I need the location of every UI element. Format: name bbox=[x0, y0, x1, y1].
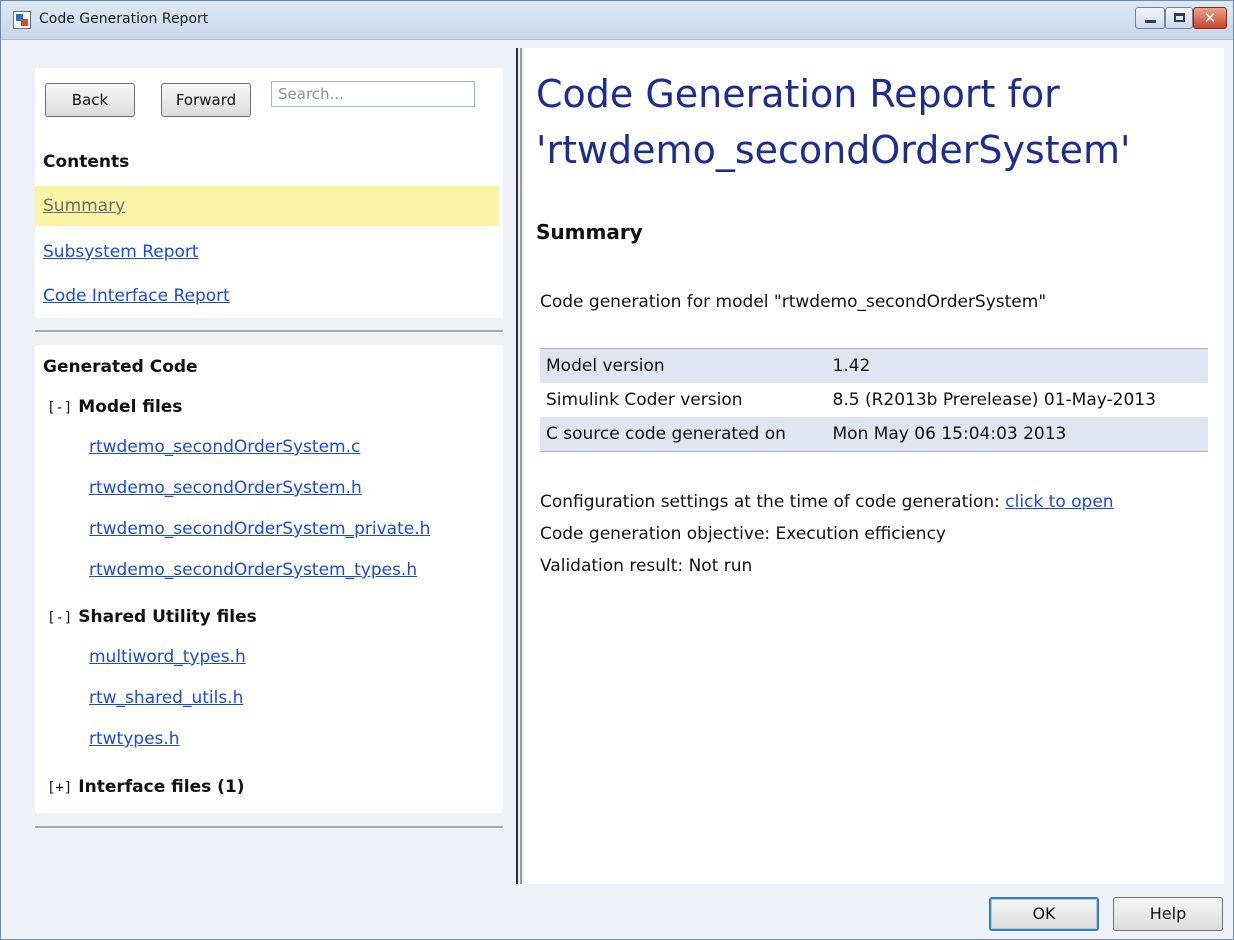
summary-table: Model version 1.42 Simulink Coder versio… bbox=[540, 348, 1208, 452]
maximize-icon bbox=[1174, 13, 1185, 22]
group-label: Interface files (1) bbox=[78, 777, 245, 797]
minimize-icon bbox=[1145, 20, 1156, 23]
contents-heading: Contents bbox=[43, 152, 130, 172]
app-icon bbox=[13, 11, 31, 29]
collapse-toggle[interactable]: [-] bbox=[47, 610, 72, 626]
help-button[interactable]: Help bbox=[1113, 897, 1223, 931]
ok-button[interactable]: OK bbox=[989, 897, 1099, 931]
report-window: Code Generation Report ✕ Back Forward Co… bbox=[0, 0, 1234, 940]
generated-code-heading: Generated Code bbox=[43, 357, 198, 377]
button-bar: OK Help bbox=[1, 885, 1233, 939]
table-value: 8.5 (R2013b Prerelease) 01-May-2013 bbox=[832, 390, 1156, 410]
navigation-panel: Back Forward Contents Summary Subsystem … bbox=[35, 68, 503, 318]
config-line: Configuration settings at the time of co… bbox=[540, 492, 1114, 512]
nav-link-label[interactable]: Code Interface Report bbox=[43, 286, 230, 306]
nav-link-label[interactable]: Subsystem Report bbox=[43, 242, 199, 262]
file-link[interactable]: multiword_types.h bbox=[89, 647, 246, 667]
table-label: Model version bbox=[540, 348, 827, 383]
table-value: 1.42 bbox=[826, 348, 1208, 383]
generated-code-panel: Generated Code [-] Model files rtwdemo_se… bbox=[35, 345, 503, 813]
config-text: Configuration settings at the time of co… bbox=[540, 492, 1006, 512]
report-title-line-2: 'rtwdemo_secondOrderSystem' bbox=[536, 128, 1131, 172]
expand-toggle[interactable]: [+] bbox=[47, 780, 72, 796]
title-bar[interactable]: Code Generation Report ✕ bbox=[1, 1, 1233, 40]
validation-text: Validation result: Not run bbox=[540, 556, 753, 576]
forward-button[interactable]: Forward bbox=[161, 83, 251, 117]
file-link[interactable]: rtw_shared_utils.h bbox=[89, 688, 243, 708]
objective-text: Code generation objective: Execution eff… bbox=[540, 524, 946, 544]
nav-link-code-interface-report[interactable]: Code Interface Report bbox=[35, 276, 499, 316]
group-model-files[interactable]: [-] Model files bbox=[47, 397, 182, 417]
window-title: Code Generation Report bbox=[39, 11, 209, 27]
report-title-line-1: Code Generation Report for bbox=[536, 72, 1060, 116]
minimize-button[interactable] bbox=[1135, 7, 1165, 29]
summary-heading: Summary bbox=[536, 220, 643, 244]
file-link[interactable]: rtwdemo_secondOrderSystem.h bbox=[89, 478, 362, 498]
config-open-link[interactable]: click to open bbox=[1005, 492, 1113, 512]
collapse-toggle[interactable]: [-] bbox=[47, 400, 72, 416]
group-label: Shared Utility files bbox=[78, 607, 257, 627]
group-label: Model files bbox=[78, 397, 183, 417]
table-label: Simulink Coder version bbox=[546, 390, 743, 410]
table-row: Model version 1.42 bbox=[540, 348, 1208, 383]
close-button[interactable]: ✕ bbox=[1193, 7, 1227, 29]
left-pane: Back Forward Contents Summary Subsystem … bbox=[21, 48, 513, 884]
group-shared-utility-files[interactable]: [-] Shared Utility files bbox=[47, 607, 257, 627]
back-button[interactable]: Back bbox=[45, 83, 135, 117]
file-link[interactable]: rtwdemo_secondOrderSystem.c bbox=[89, 437, 360, 457]
nav-link-summary[interactable]: Summary bbox=[35, 186, 499, 226]
table-row: Simulink Coder version 8.5 (R2013b Prere… bbox=[540, 383, 1208, 417]
report-title: Code Generation Report for 'rtwdemo_seco… bbox=[536, 66, 1216, 178]
divider bbox=[35, 826, 503, 829]
file-link[interactable]: rtwdemo_secondOrderSystem_private.h bbox=[89, 519, 430, 539]
file-link[interactable]: rtwdemo_secondOrderSystem_types.h bbox=[89, 560, 417, 580]
search-input[interactable] bbox=[271, 81, 475, 107]
pane-splitter[interactable] bbox=[514, 48, 524, 884]
file-link[interactable]: rtwtypes.h bbox=[89, 729, 180, 749]
summary-intro: Code generation for model "rtwdemo_secon… bbox=[540, 292, 1047, 312]
nav-link-subsystem-report[interactable]: Subsystem Report bbox=[35, 232, 499, 272]
maximize-button[interactable] bbox=[1165, 7, 1193, 29]
report-content: Code Generation Report for 'rtwdemo_seco… bbox=[524, 48, 1224, 884]
close-icon: ✕ bbox=[1203, 9, 1217, 27]
divider bbox=[35, 330, 503, 333]
table-value: Mon May 06 15:04:03 2013 bbox=[826, 417, 1208, 452]
table-row: C source code generated on Mon May 06 15… bbox=[540, 417, 1208, 452]
nav-link-label[interactable]: Summary bbox=[43, 196, 125, 216]
group-interface-files[interactable]: [+] Interface files (1) bbox=[47, 777, 245, 797]
table-label: C source code generated on bbox=[540, 417, 827, 452]
